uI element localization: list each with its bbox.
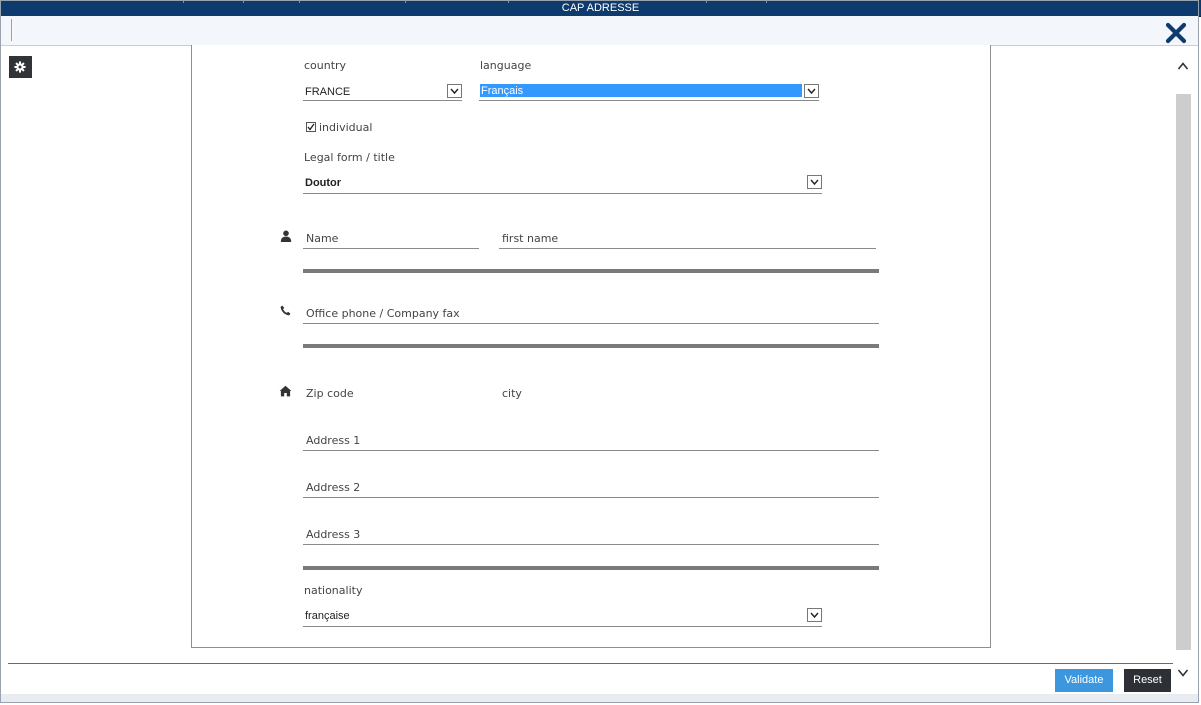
settings-button[interactable]	[9, 56, 32, 78]
address-2-placeholder: Address 2	[306, 481, 361, 494]
section-divider	[303, 269, 879, 273]
language-select[interactable]: Français	[479, 84, 819, 101]
scrollbar-thumb[interactable]	[1176, 94, 1191, 650]
language-dropdown-arrow[interactable]	[804, 84, 819, 98]
nationality-dropdown-arrow[interactable]	[807, 608, 822, 622]
name-placeholder: Name	[306, 232, 339, 245]
first-name-placeholder: first name	[502, 232, 559, 245]
person-icon	[280, 230, 292, 242]
language-value: Français	[481, 85, 524, 97]
individual-label: individual	[319, 121, 373, 134]
individual-checkbox[interactable]	[306, 122, 316, 132]
window-bottom-strip	[1, 694, 1199, 703]
nationality-select[interactable]: française	[303, 608, 822, 627]
name-field[interactable]: Name	[303, 230, 479, 249]
reset-button[interactable]: Reset	[1124, 669, 1171, 692]
chevron-down-icon	[810, 179, 819, 186]
window-title: CAP ADRESSE	[561, 2, 640, 14]
home-icon	[279, 385, 292, 397]
country-value: FRANCE	[305, 86, 351, 98]
toolbar-separator	[11, 19, 12, 41]
dialog-toolbar	[1, 16, 1199, 46]
legal-form-label: Legal form / title	[304, 151, 395, 164]
scroll-down-button[interactable]	[1175, 664, 1191, 682]
language-label: language	[480, 59, 532, 72]
legal-form-dropdown-arrow[interactable]	[807, 175, 822, 189]
checkmark-icon	[307, 123, 315, 131]
country-dropdown-arrow[interactable]	[447, 84, 462, 98]
zip-code-field[interactable]: Zip code	[303, 385, 479, 404]
address-2-field[interactable]: Address 2	[303, 479, 879, 498]
country-label: country	[304, 59, 347, 72]
footer-divider	[8, 663, 1173, 664]
chevron-down-icon	[1177, 669, 1189, 677]
address-3-placeholder: Address 3	[306, 528, 361, 541]
chevron-up-icon	[1177, 62, 1189, 70]
chevron-down-icon	[810, 612, 819, 619]
nationality-value: française	[305, 610, 350, 622]
chevron-down-icon	[807, 88, 816, 95]
address-1-placeholder: Address 1	[306, 434, 361, 447]
city-placeholder: city	[502, 387, 522, 400]
country-select[interactable]: FRANCE	[303, 84, 462, 101]
first-name-field[interactable]: first name	[499, 230, 876, 249]
office-phone-placeholder: Office phone / Company fax	[306, 307, 460, 320]
zip-code-placeholder: Zip code	[306, 387, 354, 400]
gear-icon	[14, 61, 26, 73]
address-1-field[interactable]: Address 1	[303, 432, 879, 451]
city-field[interactable]: city	[499, 385, 876, 404]
address-3-field[interactable]: Address 3	[303, 526, 879, 545]
chevron-down-icon	[450, 88, 459, 95]
close-icon[interactable]	[1164, 19, 1188, 45]
section-divider	[303, 566, 879, 570]
legal-form-value: Doutor	[305, 177, 342, 189]
validate-button[interactable]: Validate	[1055, 669, 1113, 692]
scroll-up-button[interactable]	[1175, 57, 1191, 75]
nationality-label: nationality	[304, 584, 363, 597]
office-phone-field[interactable]: Office phone / Company fax	[303, 305, 879, 324]
language-selection-highlight	[480, 84, 802, 97]
legal-form-select[interactable]: Doutor	[303, 175, 822, 194]
section-divider	[303, 344, 879, 348]
phone-icon	[280, 305, 291, 316]
